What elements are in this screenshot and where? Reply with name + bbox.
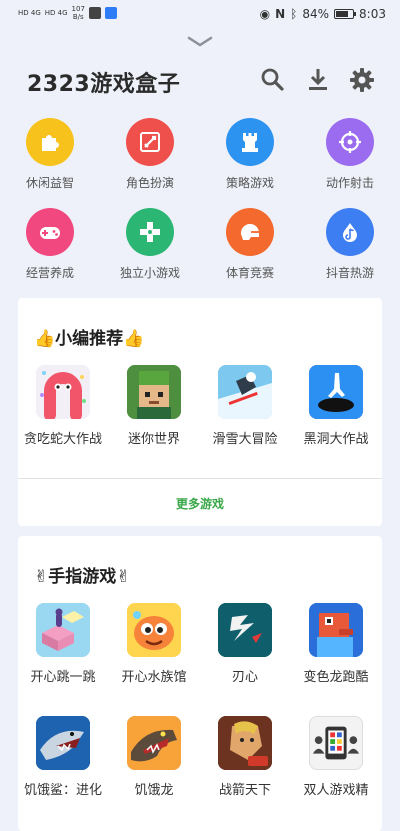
- category-role-playing[interactable]: 角色扮演: [105, 118, 195, 191]
- game-name: 开心跳一跳: [30, 670, 96, 685]
- game-item[interactable]: 滑雪大冒险: [200, 365, 290, 447]
- helmet-icon: [240, 223, 259, 240]
- battery-fill: [336, 11, 349, 17]
- status-bar: HD 4G HD 4G 107 B/s ◉ N ᛒ 84% 8:03: [0, 0, 400, 30]
- category-icon-bg: [26, 208, 74, 256]
- category-action-shooter[interactable]: 动作射击: [305, 118, 395, 191]
- category-icon-bg: [126, 208, 174, 256]
- game-name: 刃心: [231, 670, 258, 685]
- category-icon-bg: [126, 118, 174, 166]
- notification-icon: [88, 7, 101, 19]
- game-name: 饥饿龙: [134, 783, 174, 798]
- settings-icon: [350, 68, 374, 92]
- category-label: 策略游戏: [225, 176, 274, 190]
- settings-button[interactable]: [348, 66, 376, 94]
- category-label: 抖音热游: [325, 266, 374, 280]
- download-icon: [309, 69, 327, 90]
- collapse-chevron-icon[interactable]: [186, 34, 214, 48]
- clock: 8:03: [359, 7, 386, 21]
- gamepad-icon: [40, 227, 60, 239]
- game-item[interactable]: 贪吃蛇大作战: [18, 365, 108, 447]
- net-speed-value: 107: [71, 5, 85, 13]
- two-player-icon: [309, 716, 363, 770]
- net-speed-unit: B/s: [72, 13, 84, 21]
- battery-percent: 84%: [302, 7, 330, 21]
- eye-icon: ◉: [259, 7, 271, 21]
- download-button[interactable]: [304, 66, 332, 94]
- shark-icon: [36, 716, 90, 770]
- jump-game-icon: [36, 603, 90, 657]
- category-strategy[interactable]: 策略游戏: [205, 118, 295, 191]
- category-label: 经营养成: [25, 266, 74, 280]
- category-simulation[interactable]: 经营养成: [5, 208, 95, 281]
- sim2-signal: HD 4G: [44, 9, 68, 17]
- category-icon-bg: [326, 208, 374, 256]
- snake-game-icon: [36, 365, 90, 419]
- game-name: 黑洞大作战: [303, 432, 369, 447]
- archer-icon: [218, 716, 272, 770]
- puzzle-icon: [42, 135, 59, 151]
- game-name: 滑雪大冒险: [212, 432, 278, 447]
- category-label: 休闲益智: [25, 176, 74, 190]
- app-notification-icon: [104, 7, 117, 19]
- game-item[interactable]: 开心水族馆: [109, 603, 199, 685]
- category-icon-bg: [226, 208, 274, 256]
- category-casual-puzzle[interactable]: 休闲益智: [5, 118, 95, 191]
- category-douyin-hot[interactable]: 抖音热游: [305, 208, 395, 281]
- game-item[interactable]: 战箭天下: [200, 716, 290, 798]
- category-sports[interactable]: 体育竞赛: [205, 208, 295, 281]
- mini-world-icon: [127, 365, 181, 419]
- finger-games-title: ✌手指游戏✌: [34, 567, 131, 587]
- finger-games-card: ✌手指游戏✌ 开心跳一跳 开心水族馆 刃心 变色龙跑酷 饥饿鲨：进化 饥饿龙 战…: [18, 536, 382, 831]
- category-label: 体育竞赛: [225, 266, 274, 280]
- dpad-icon: [140, 222, 160, 242]
- sim1-signal: HD 4G: [18, 9, 41, 17]
- black-hole-icon: [309, 365, 363, 419]
- music-note-icon: [343, 223, 357, 242]
- game-item[interactable]: 饥饿龙: [109, 716, 199, 798]
- game-name: 开心水族馆: [121, 670, 187, 685]
- ski-icon: [218, 365, 272, 419]
- category-label: 角色扮演: [125, 176, 174, 190]
- divider: [18, 478, 382, 479]
- dragon-icon: [127, 716, 181, 770]
- sword-icon: [140, 132, 160, 152]
- blade-heart-icon: [218, 603, 272, 657]
- app-header: 2323游戏盒子: [0, 60, 400, 102]
- game-item[interactable]: 双人游戏精: [291, 716, 381, 798]
- game-item[interactable]: 变色龙跑酷: [291, 603, 381, 685]
- game-item[interactable]: 刃心: [200, 603, 290, 685]
- castle-icon: [242, 133, 258, 152]
- game-name: 饥饿鲨：进化: [23, 783, 102, 798]
- game-name: 变色龙跑酷: [303, 670, 369, 685]
- game-item[interactable]: 开心跳一跳: [18, 603, 108, 685]
- app-title: 2323游戏盒子: [27, 72, 181, 97]
- category-icon-bg: [26, 118, 74, 166]
- game-name: 贪吃蛇大作战: [23, 432, 102, 447]
- net-speed: 107 B/s: [72, 5, 85, 21]
- game-name: 双人游戏精: [303, 783, 369, 798]
- category-label: 独立小游戏: [119, 266, 180, 280]
- game-name: 战箭天下: [218, 783, 271, 798]
- editor-picks-card: 👍小编推荐👍 贪吃蛇大作战 迷你世界 滑雪大冒险 黑洞大作战 更多游戏: [18, 298, 382, 526]
- category-icon-bg: [226, 118, 274, 166]
- category-indie[interactable]: 独立小游戏: [105, 208, 195, 281]
- more-games-link[interactable]: 更多游戏: [18, 495, 382, 512]
- game-item[interactable]: 黑洞大作战: [291, 365, 381, 447]
- chameleon-icon: [309, 603, 363, 657]
- crosshair-icon: [339, 131, 361, 153]
- game-name: 迷你世界: [127, 432, 180, 447]
- search-icon: [261, 68, 284, 91]
- category-label: 动作射击: [325, 176, 374, 190]
- game-item[interactable]: 饥饿鲨：进化: [18, 716, 108, 798]
- battery-icon: [334, 9, 357, 19]
- aquarium-icon: [127, 603, 181, 657]
- bluetooth-icon: ᛒ: [290, 7, 298, 21]
- search-button[interactable]: [259, 66, 287, 94]
- editor-picks-title: 👍小编推荐👍: [34, 329, 145, 349]
- nfc-icon: N: [275, 7, 286, 21]
- game-item[interactable]: 迷你世界: [109, 365, 199, 447]
- category-icon-bg: [326, 118, 374, 166]
